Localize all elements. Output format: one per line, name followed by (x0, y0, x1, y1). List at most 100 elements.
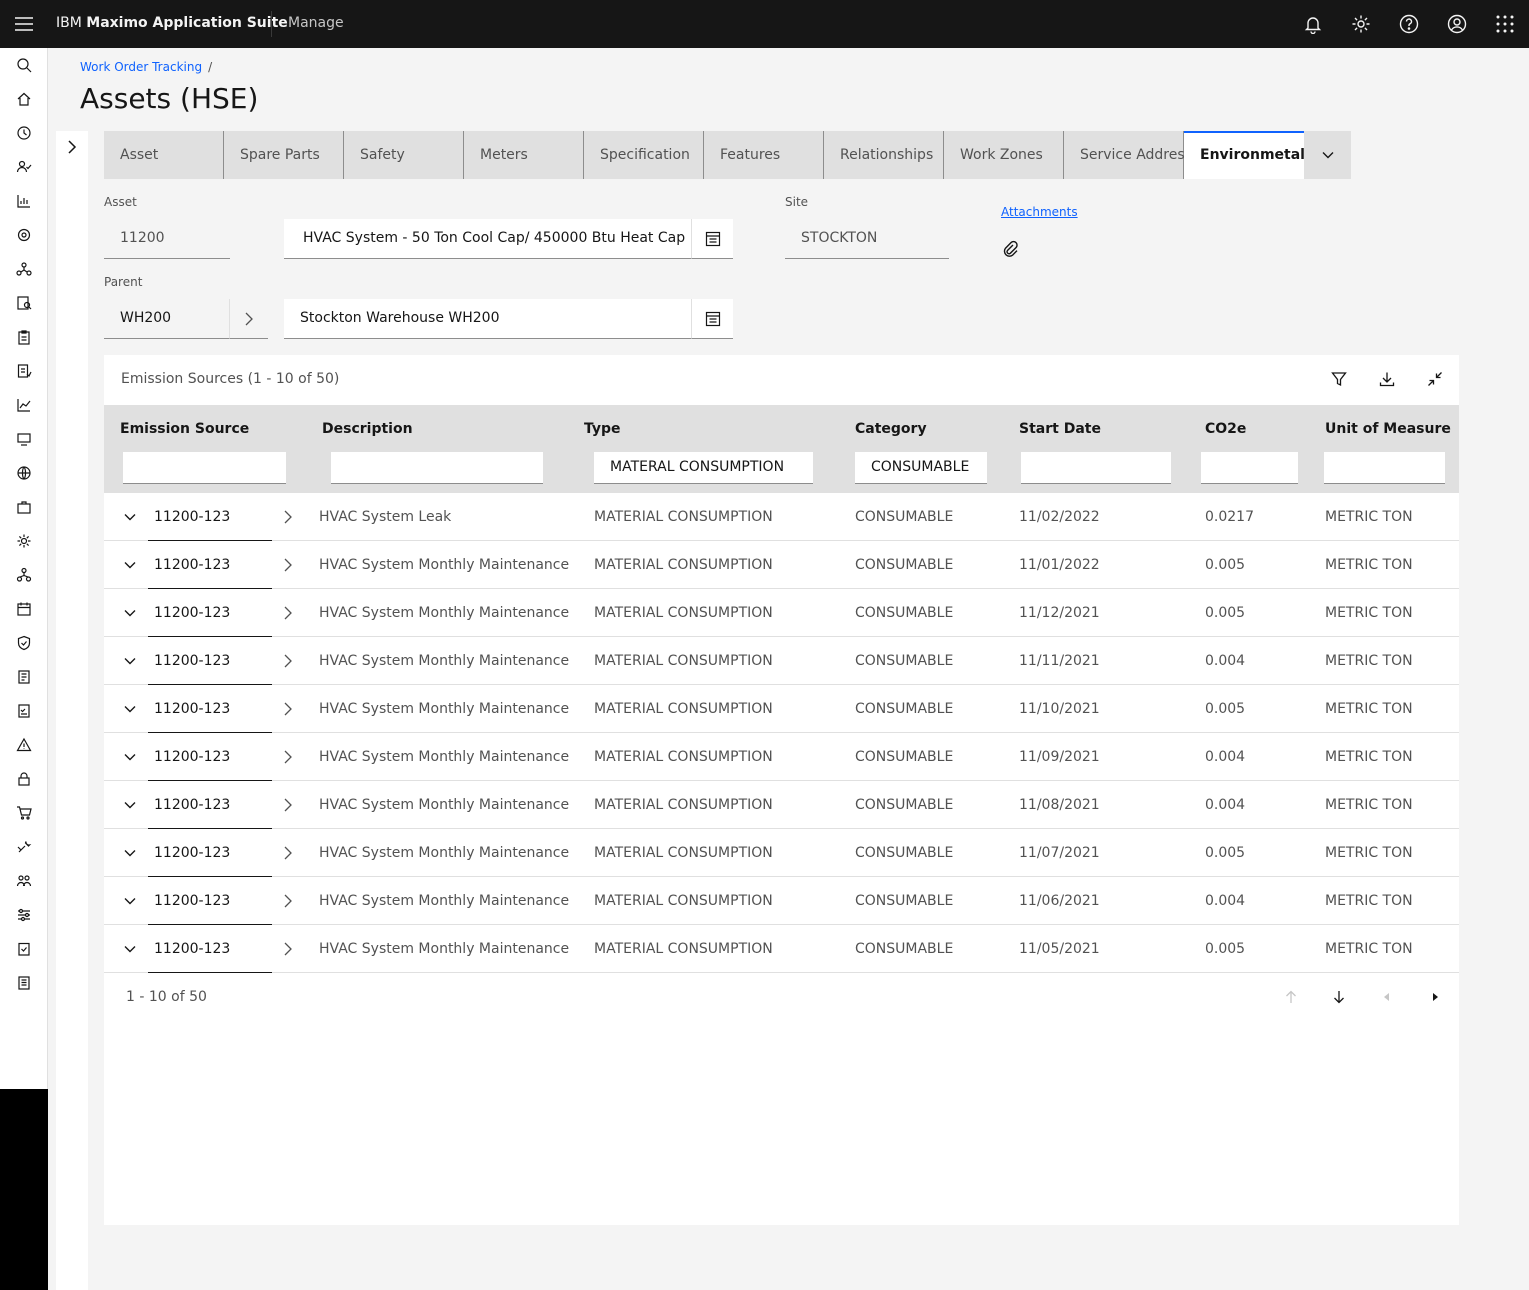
filter-category[interactable]: CONSUMABLE (855, 452, 987, 484)
table-row[interactable]: 11200-123 HVAC System Leak MATERIAL CONSUM… (104, 493, 1459, 541)
more-tabs-chevron-down-icon[interactable] (1304, 131, 1351, 179)
tab-features[interactable]: Features (704, 131, 824, 179)
column-header-type[interactable]: Type (584, 421, 621, 437)
expand-row-chevron-down-icon[interactable] (118, 937, 142, 961)
column-header-emission-source[interactable]: Emission Source (120, 421, 249, 437)
sliders-icon[interactable] (0, 898, 48, 932)
expand-row-chevron-down-icon[interactable] (118, 505, 142, 529)
filter-description[interactable] (331, 452, 543, 484)
report-icon[interactable] (0, 660, 48, 694)
site-field[interactable]: STOCKTON (785, 219, 949, 259)
emission-source-cell[interactable]: 11200-123 (154, 605, 230, 621)
expand-row-chevron-down-icon[interactable] (118, 889, 142, 913)
expand-row-chevron-down-icon[interactable] (118, 553, 142, 577)
table-row[interactable]: 11200-123 HVAC System Monthly Maintenance… (104, 589, 1459, 637)
home-icon[interactable] (0, 82, 48, 116)
history-icon[interactable] (0, 116, 48, 150)
column-header-unit-of-measure[interactable]: Unit of Measure (1325, 421, 1451, 437)
clipboard-icon[interactable] (0, 320, 48, 354)
table-row[interactable]: 11200-123 HVAC System Monthly Maintenance… (104, 781, 1459, 829)
filter-unit-of-measure[interactable] (1324, 452, 1445, 484)
emission-source-cell[interactable]: 11200-123 (154, 701, 230, 717)
emission-source-cell[interactable]: 11200-123 (154, 557, 230, 573)
filter-start-date[interactable] (1021, 452, 1171, 484)
work-order-icon[interactable] (0, 354, 48, 388)
checklist-icon[interactable] (0, 694, 48, 728)
drill-down-chevron-icon[interactable] (276, 841, 300, 865)
hierarchy-icon[interactable] (0, 558, 48, 592)
column-header-category[interactable]: Category (855, 421, 927, 437)
emission-source-cell[interactable]: 11200-123 (154, 893, 230, 909)
drill-down-chevron-icon[interactable] (276, 649, 300, 673)
parent-field[interactable]: WH200 (104, 299, 230, 339)
tab-safety[interactable]: Safety (344, 131, 464, 179)
emission-source-cell[interactable]: 11200-123 (154, 797, 230, 813)
tab-relationships[interactable]: Relationships (824, 131, 944, 179)
help-icon[interactable] (1385, 0, 1433, 48)
user-icon[interactable] (1433, 0, 1481, 48)
collapse-icon[interactable] (1419, 363, 1451, 395)
notification-icon[interactable] (1289, 0, 1337, 48)
user-check-icon[interactable] (0, 150, 48, 184)
tab-meters[interactable]: Meters (464, 131, 584, 179)
drill-down-chevron-icon[interactable] (276, 505, 300, 529)
parent-navigate-chevron-icon[interactable] (229, 299, 268, 339)
asset-field[interactable]: 11200 (104, 219, 230, 259)
previous-page-icon[interactable] (1371, 981, 1403, 1013)
drill-down-chevron-icon[interactable] (276, 697, 300, 721)
filter-emission-source[interactable] (123, 452, 286, 484)
drill-down-chevron-icon[interactable] (276, 937, 300, 961)
expand-row-chevron-down-icon[interactable] (118, 649, 142, 673)
emission-source-cell[interactable]: 11200-123 (154, 845, 230, 861)
drill-down-chevron-icon[interactable] (276, 889, 300, 913)
tab-work-zones[interactable]: Work Zones (944, 131, 1064, 179)
task-icon[interactable] (0, 932, 48, 966)
trend-icon[interactable] (0, 388, 48, 422)
filter-icon[interactable] (1323, 363, 1355, 395)
calendar-icon[interactable] (0, 592, 48, 626)
next-page-icon[interactable] (1419, 981, 1451, 1013)
table-row[interactable]: 11200-123 HVAC System Monthly Maintenance… (104, 541, 1459, 589)
expand-row-chevron-down-icon[interactable] (118, 745, 142, 769)
tab-specification[interactable]: Specification (584, 131, 704, 179)
table-row[interactable]: 11200-123 HVAC System Monthly Maintenance… (104, 877, 1459, 925)
attachment-icon[interactable] (1000, 238, 1022, 260)
asset-description-field[interactable]: HVAC System - 50 Ton Cool Cap/ 450000 Bt… (284, 219, 691, 259)
attachments-link[interactable]: Attachments (1001, 205, 1078, 219)
emission-source-cell[interactable]: 11200-123 (154, 509, 230, 525)
briefcase-icon[interactable] (0, 490, 48, 524)
table-row[interactable]: 11200-123 HVAC System Monthly Maintenance… (104, 733, 1459, 781)
first-page-arrow-icon[interactable] (1275, 981, 1307, 1013)
network-icon[interactable] (0, 252, 48, 286)
table-row[interactable]: 11200-123 HVAC System Monthly Maintenance… (104, 685, 1459, 733)
shield-icon[interactable] (0, 626, 48, 660)
alert-icon[interactable] (0, 728, 48, 762)
column-header-start-date[interactable]: Start Date (1019, 421, 1101, 437)
tab-spare-parts[interactable]: Spare Parts (224, 131, 344, 179)
tab-asset[interactable]: Asset (104, 131, 224, 179)
filter-type[interactable]: MATERAL CONSUMPTION (594, 452, 813, 484)
tab-environmetal[interactable]: Environmetal (1184, 131, 1305, 179)
asset-icon[interactable] (0, 218, 48, 252)
expand-row-chevron-down-icon[interactable] (118, 793, 142, 817)
parent-description-field[interactable]: Stockton Warehouse WH200 (284, 299, 691, 339)
lock-icon[interactable] (0, 762, 48, 796)
emission-source-cell[interactable]: 11200-123 (154, 749, 230, 765)
emission-source-cell[interactable]: 11200-123 (154, 653, 230, 669)
filter-co2e[interactable] (1201, 452, 1298, 484)
tab-service-address[interactable]: Service Address (1064, 131, 1192, 179)
drill-down-chevron-icon[interactable] (276, 793, 300, 817)
expand-row-chevron-down-icon[interactable] (118, 841, 142, 865)
chart-icon[interactable] (0, 184, 48, 218)
table-row[interactable]: 11200-123 HVAC System Monthly Maintenance… (104, 829, 1459, 877)
globe-icon[interactable] (0, 456, 48, 490)
emission-source-cell[interactable]: 11200-123 (154, 941, 230, 957)
column-header-description[interactable]: Description (322, 421, 413, 437)
product-name[interactable]: Manage (288, 15, 344, 31)
expand-rail-chevron-icon[interactable] (56, 131, 88, 163)
inspection-icon[interactable] (0, 286, 48, 320)
search-icon[interactable] (0, 48, 48, 82)
expand-row-chevron-down-icon[interactable] (118, 697, 142, 721)
app-brand[interactable]: IBM Maximo Application Suite (56, 15, 288, 31)
tools-icon[interactable] (0, 830, 48, 864)
